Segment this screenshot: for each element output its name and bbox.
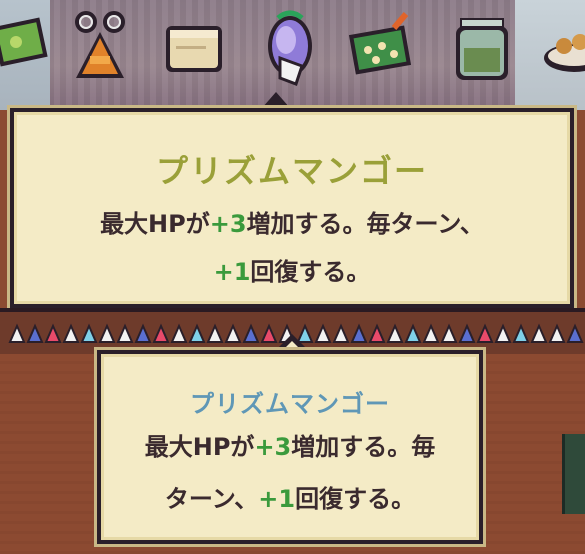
parchment-scroll-icon[interactable] <box>160 8 228 88</box>
ribbon-triangle <box>440 323 458 343</box>
item-tooltip-large: プリズムマンゴー 最大HPが+3増加する。毎ターン、 +1回復する。 <box>10 108 574 308</box>
tooltip-description: 最大HPが+3増加する。毎 ターン、+1回復する。 <box>101 421 479 525</box>
desc-line-2: +1回復する。 <box>214 258 371 286</box>
ribbon-triangle <box>116 323 134 343</box>
ribbon-triangle <box>548 323 566 343</box>
ribbon-triangle <box>494 323 512 343</box>
ribbon-triangle <box>170 323 188 343</box>
tooltip-description: 最大HPが+3増加する。毎ターン、 +1回復する。 <box>14 200 570 296</box>
side-plant <box>562 434 585 514</box>
desc-text: 最大HPが <box>144 433 255 461</box>
ribbon-triangle <box>530 323 548 343</box>
ribbon-triangle <box>8 323 26 343</box>
ribbon-triangle <box>26 323 44 343</box>
desc-text: 最大HPが <box>100 210 210 238</box>
regen-value: +1 <box>213 258 251 286</box>
item-tooltip-small: プリズムマンゴー 最大HPが+3増加する。毎 ターン、+1回復する。 <box>97 350 483 544</box>
ribbon-triangle <box>242 323 260 343</box>
item-shelf <box>0 2 585 98</box>
desc-line-2: ターン、+1回復する。 <box>165 485 415 513</box>
green-card-icon[interactable] <box>0 8 58 88</box>
ribbon-triangle <box>80 323 98 343</box>
desc-text: 回復する。 <box>295 485 416 513</box>
desc-line-1: 最大HPが+3増加する。毎ターン、 <box>100 210 484 238</box>
desc-text: 増加する。毎ターン、 <box>246 210 484 238</box>
ribbon-triangle <box>422 323 440 343</box>
ribbon-triangle <box>512 323 530 343</box>
ribbon-triangle <box>350 323 368 343</box>
ribbon-triangle <box>476 323 494 343</box>
ribbon-triangle <box>152 323 170 343</box>
tooltip-pointer-top <box>262 92 290 108</box>
hp-bonus-value: +3 <box>209 210 247 238</box>
tooltip-title: プリズムマンゴー <box>155 152 428 190</box>
ribbon-triangle <box>206 323 224 343</box>
ribbon-triangle <box>98 323 116 343</box>
ribbon-triangle <box>458 323 476 343</box>
jar-icon[interactable] <box>448 8 516 88</box>
ribbon-triangle <box>368 323 386 343</box>
cookie-plate-icon[interactable] <box>540 8 585 88</box>
hp-bonus-value: +3 <box>254 433 292 461</box>
prism-mango-icon[interactable] <box>256 8 324 88</box>
desc-text: 回復する。 <box>250 258 371 286</box>
tooltip-title: プリズムマンゴー <box>190 390 390 418</box>
game-screen: プリズムマンゴー 最大HPが+3増加する。毎ターン、 +1回復する。 プリズムマ… <box>0 0 585 554</box>
ribbon-triangle <box>188 323 206 343</box>
ribbon-triangle <box>332 323 350 343</box>
ribbon-triangle <box>224 323 242 343</box>
desc-line-1: 最大HPが+3増加する。毎 <box>145 433 436 461</box>
flower-blanket-icon[interactable] <box>346 8 414 88</box>
ribbon-triangle <box>134 323 152 343</box>
ribbon-triangle <box>404 323 422 343</box>
ribbon-triangle <box>44 323 62 343</box>
ribbon-triangle <box>386 323 404 343</box>
ribbon-triangle <box>566 323 584 343</box>
scissors-ticket-icon[interactable] <box>66 8 134 88</box>
regen-value: +1 <box>258 485 296 513</box>
desc-text: ターン、 <box>164 485 259 513</box>
ribbon-triangle <box>62 323 80 343</box>
desc-text: 増加する。毎 <box>291 433 436 461</box>
ribbon-triangle <box>314 323 332 343</box>
